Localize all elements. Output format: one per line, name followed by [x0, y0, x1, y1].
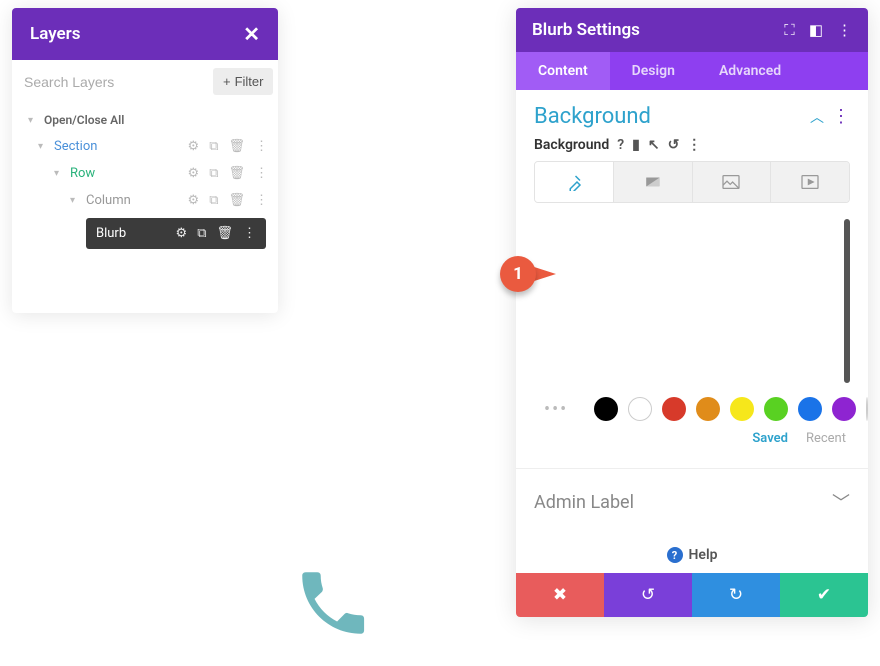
duplicate-icon[interactable]: ⧉ [209, 193, 218, 208]
swatch-saved-tab[interactable]: Saved [752, 431, 788, 446]
duplicate-icon[interactable]: ⧉ [197, 226, 206, 241]
kebab-icon[interactable]: ⋮ [243, 226, 256, 241]
admin-label-section[interactable]: Admin Label ﹀ [516, 468, 868, 535]
color-swatch[interactable] [832, 397, 856, 421]
tree-column[interactable]: ▾ Column ⚙ ⧉ 🗑 ⋮ [12, 187, 278, 214]
duplicate-icon[interactable]: ⧉ [209, 139, 218, 154]
row-actions: ⚙ ⧉ 🗑 ⋮ [188, 139, 268, 154]
tab-advanced[interactable]: Advanced [697, 52, 803, 90]
device-icon[interactable]: ▮ [632, 137, 640, 153]
color-swatch[interactable] [764, 397, 788, 421]
admin-label-title: Admin Label [534, 492, 634, 513]
settings-header-icons: ⛶ ◧ ⋮ [784, 21, 852, 39]
confirm-button[interactable]: ✔ [780, 573, 868, 617]
kebab-icon[interactable]: ⋮ [832, 106, 850, 127]
window-icon[interactable]: ◧ [809, 21, 823, 39]
layers-title: Layers [30, 24, 81, 44]
open-close-all[interactable]: ▾ Open/Close All [12, 107, 278, 133]
layers-header: Layers ✕ [12, 8, 278, 60]
layers-tree: ▾ Open/Close All ▾ Section ⚙ ⧉ 🗑 ⋮ ▾ Row… [12, 103, 278, 313]
filter-label: Filter [235, 74, 264, 89]
swatch-row: ••• [534, 387, 850, 425]
settings-title: Blurb Settings [532, 20, 640, 40]
kebab-icon[interactable]: ⋮ [255, 139, 268, 154]
swatch-none[interactable] [866, 397, 868, 421]
help-icon: ? [667, 547, 683, 563]
tree-blurb[interactable]: Blurb ⚙ ⧉ 🗑 ⋮ [86, 218, 266, 249]
duplicate-icon[interactable]: ⧉ [209, 166, 218, 181]
background-label-row: Background ? ▮ ↖ ↺ ⋮ [534, 137, 850, 153]
row-actions: ⚙ ⧉ 🗑 ⋮ [188, 193, 268, 208]
trash-icon[interactable]: 🗑 [228, 139, 245, 154]
swatch-mode-tabs: Saved Recent [534, 425, 850, 462]
tree-section[interactable]: ▾ Section ⚙ ⧉ 🗑 ⋮ [12, 133, 278, 160]
phone-icon [292, 562, 374, 644]
action-bar: ✖ ↺ ↻ ✔ [516, 573, 868, 617]
gear-icon[interactable]: ⚙ [176, 226, 188, 241]
background-label: Background [534, 137, 609, 153]
background-title: Background [534, 104, 651, 129]
help-row[interactable]: ? Help [516, 535, 868, 573]
gear-icon[interactable]: ⚙ [188, 139, 200, 154]
caret-icon: ▾ [70, 195, 80, 206]
color-swatch[interactable] [730, 397, 754, 421]
row-actions: ⚙ ⧉ 🗑 ⋮ [176, 226, 256, 241]
bg-color-tab[interactable] [535, 162, 613, 202]
cancel-button[interactable]: ✖ [516, 573, 604, 617]
background-section-header[interactable]: Background ︿ ⋮ [534, 104, 850, 129]
help-icon[interactable]: ? [617, 137, 624, 153]
caret-icon: ▾ [54, 168, 64, 179]
color-swatch[interactable] [798, 397, 822, 421]
redo-button[interactable]: ↻ [692, 573, 780, 617]
settings-body: Background ︿ ⋮ Background ? ▮ ↖ ↺ ⋮ [516, 90, 868, 468]
caret-icon: ▾ [38, 141, 48, 152]
close-icon[interactable]: ✕ [243, 22, 260, 46]
chevron-down-icon: ﹀ [832, 489, 850, 515]
trash-icon[interactable]: 🗑 [216, 226, 233, 241]
tab-design[interactable]: Design [610, 52, 697, 90]
search-input[interactable] [24, 74, 205, 90]
color-swatch[interactable] [628, 397, 652, 421]
swatch-recent-tab[interactable]: Recent [806, 431, 846, 446]
caret-icon: ▾ [28, 115, 38, 126]
bg-video-tab[interactable] [770, 162, 849, 202]
background-type-segments [534, 161, 850, 203]
tab-content[interactable]: Content [516, 52, 610, 90]
trash-icon[interactable]: 🗑 [228, 193, 245, 208]
kebab-icon[interactable]: ⋮ [255, 166, 268, 181]
undo-button[interactable]: ↺ [604, 573, 692, 617]
hover-icon[interactable]: ↖ [648, 137, 660, 153]
more-swatches-icon[interactable]: ••• [544, 399, 568, 420]
color-swatch[interactable] [662, 397, 686, 421]
gear-icon[interactable]: ⚙ [188, 166, 200, 181]
bg-image-tab[interactable] [692, 162, 771, 202]
kebab-icon[interactable]: ⋮ [837, 21, 852, 39]
color-swatch[interactable] [696, 397, 720, 421]
gear-icon[interactable]: ⚙ [188, 193, 200, 208]
callout-1: 1 [500, 256, 558, 298]
settings-tabs: Content Design Advanced [516, 52, 868, 90]
background-preview[interactable] [534, 211, 850, 387]
filter-button[interactable]: + Filter [213, 68, 273, 95]
callout-number: 1 [500, 256, 536, 292]
reset-icon[interactable]: ↺ [668, 137, 680, 153]
settings-header: Blurb Settings ⛶ ◧ ⋮ [516, 8, 868, 52]
color-swatch[interactable] [594, 397, 618, 421]
row-actions: ⚙ ⧉ 🗑 ⋮ [188, 166, 268, 181]
tree-row[interactable]: ▾ Row ⚙ ⧉ 🗑 ⋮ [12, 160, 278, 187]
help-label: Help [689, 547, 718, 563]
kebab-icon[interactable]: ⋮ [255, 193, 268, 208]
layers-panel: Layers ✕ + Filter ▾ Open/Close All ▾ Sec… [12, 8, 278, 313]
settings-panel: Blurb Settings ⛶ ◧ ⋮ Content Design Adva… [516, 8, 868, 617]
layers-search-row: + Filter [12, 60, 278, 103]
expand-icon[interactable]: ⛶ [784, 21, 795, 39]
kebab-icon[interactable]: ⋮ [687, 137, 701, 153]
plus-icon: + [223, 74, 231, 89]
trash-icon[interactable]: 🗑 [228, 166, 245, 181]
bg-gradient-tab[interactable] [613, 162, 692, 202]
chevron-up-icon[interactable]: ︿ [810, 107, 824, 127]
